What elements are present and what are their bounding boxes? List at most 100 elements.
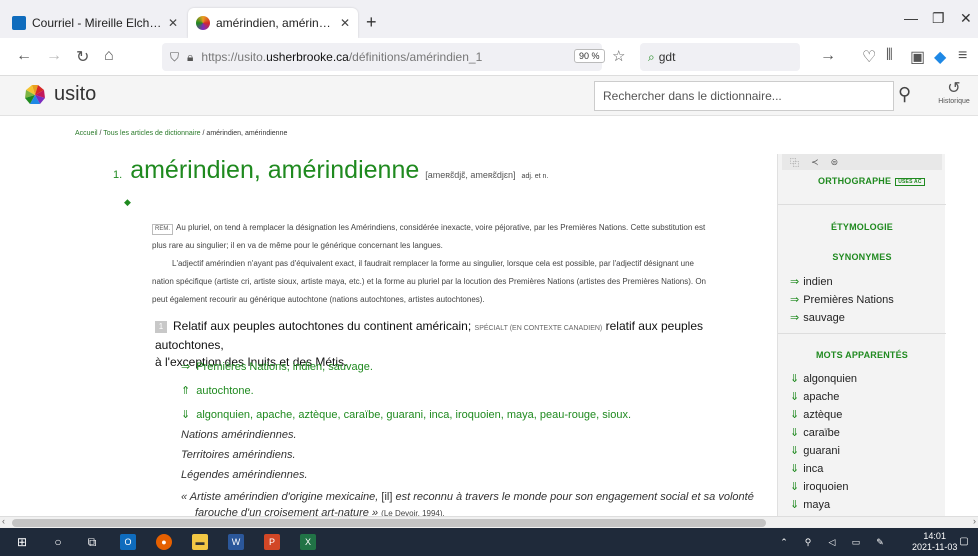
battery-icon[interactable]: ▭ [848,534,864,550]
sidebar-heading-etymologie[interactable]: ÉTYMOLOGIE [778,222,946,232]
options-icon[interactable]: ⊜ [831,157,839,168]
arrow-down-icon: ⇓ [790,499,800,511]
breadcrumb-current: amérindien, amérindienne [206,130,288,137]
windows-start-icon[interactable]: ⊞ [14,534,30,550]
remark-line: L'adjectif amérindien n'ayant pas d'équi… [172,259,694,268]
sidebar-heading-orthographe[interactable]: ORTHOGRAPHE USES AC [818,176,978,186]
tab-usito[interactable]: amérindien, amérindienne | Usit ✕ [188,8,358,38]
scroll-right-icon[interactable]: › [973,516,976,526]
pocket-icon[interactable]: ♡ [862,47,876,67]
browser-search-field[interactable]: ⌕ gdt [640,43,800,71]
reload-icon[interactable]: ↻ [76,47,89,67]
forward-icon[interactable]: → [46,47,62,65]
remark-line: peut également recourir au générique aut… [152,295,485,304]
sidebar-icon[interactable]: ▣ [910,47,925,67]
bookmark-star-icon[interactable]: ☆ [612,47,625,65]
sidebar-heading-mots-apparentes[interactable]: MOTS APPARENTÉS [778,350,946,360]
search-icon[interactable]: ○ [50,534,66,550]
sidebar-synonym[interactable]: ⇒ indien [790,275,833,288]
synonym-label: Premières Nations [803,294,894,306]
home-icon[interactable]: ⌂ [104,47,114,65]
generic-arrow-icon: ⇑ [181,385,191,397]
divider [778,204,946,205]
restore-icon[interactable]: ❐ [932,10,945,27]
chevron-up-icon[interactable]: ⌃ [776,534,792,550]
url-domain: usherbrooke.ca [266,50,349,64]
close-icon[interactable]: ✕ [168,16,178,30]
site-name: usito [54,83,97,105]
horizontal-scrollbar[interactable]: ‹ › [0,516,978,528]
copy-icon[interactable]: ⿻ [790,156,799,169]
sidebar-related[interactable]: ⇓ aztèque [790,408,842,421]
arrow-down-icon: ⇓ [790,373,800,385]
related-label: maya [803,499,831,511]
arrow-down-icon: ⇓ [790,463,800,475]
url-bar[interactable]: ⛉ 🔒︎ https://usito. usherbrooke.ca/défini… [162,43,602,71]
sidebar-related[interactable]: ⇓ apache [790,390,839,403]
powerpoint-icon[interactable]: P [264,534,280,550]
word-icon[interactable]: W [228,534,244,550]
remark-paragraph-2: L'adjectif amérindien n'ayant pas d'équi… [152,255,772,309]
extension-icon[interactable]: ◆ [934,47,946,67]
zoom-level[interactable]: 90 % [574,49,605,63]
related-label: guarani [803,445,840,457]
dictionary-search-input[interactable]: Rechercher dans le dictionnaire... [594,81,894,111]
synonyms-line[interactable]: ⇒ Premières Nations, indien, sauvage. [181,360,373,373]
pen-icon[interactable]: ✎ [872,534,888,550]
arrow-icon: ⇒ [790,312,800,324]
menu-icon[interactable]: ≡ [958,47,967,65]
history-label: Historique [938,98,970,105]
history-icon: ↺ [947,80,961,97]
example: Légendes amérindiennes. [181,469,308,481]
new-tab-button[interactable]: + [366,12,377,33]
sidebar-related[interactable]: ⇓ caraïbe [790,426,840,439]
tab-label: amérindien, amérindienne | Usit [216,16,334,30]
excel-icon[interactable]: X [300,534,316,550]
window-close-icon[interactable]: ✕ [960,10,972,27]
sidebar-related[interactable]: ⇓ iroquoien [790,480,848,493]
breadcrumb-home[interactable]: Accueil [75,130,98,137]
library-icon[interactable]: ⫴ [886,47,893,65]
scroll-thumb[interactable] [12,519,766,527]
sidebar-synonym[interactable]: ⇒ sauvage [790,311,845,324]
site-logo[interactable]: usito [24,83,96,106]
search-engine-icon: ⌕ [648,49,655,64]
sidebar-related[interactable]: ⇓ algonquien [790,372,857,385]
network-icon[interactable]: ⚲ [800,534,816,550]
breadcrumb-all-articles[interactable]: Tous les articles de dictionnaire [103,130,200,137]
clock-date: 2021-11-03 [912,542,958,552]
back-icon[interactable]: ← [16,47,32,65]
example: Territoires amérindiens. [181,449,296,461]
sidebar-synonym[interactable]: ⇒ Premières Nations [790,293,894,306]
search-icon[interactable]: ⚲ [898,84,911,105]
browser-tab-strip: Courriel - Mireille Elchacar - Ou ✕ amér… [0,0,978,38]
tab-label: Courriel - Mireille Elchacar - Ou [32,16,162,30]
sidebar-related[interactable]: ⇓ maya [790,498,830,511]
arrow-down-icon: ⇓ [790,445,800,457]
close-icon[interactable]: ✕ [340,16,350,30]
volume-icon[interactable]: ◁ [824,534,840,550]
sidebar-related[interactable]: ⇓ guarani [790,444,840,457]
sense-number: 1 [155,320,167,333]
history-button[interactable]: ↺ Historique [934,80,974,105]
clock[interactable]: 14:01 2021-11-03 [912,531,957,553]
url-path: /définitions/amérindien_1 [348,50,483,64]
scroll-left-icon[interactable]: ‹ [2,516,5,526]
generic-line[interactable]: ⇑ autochtone. [181,384,254,397]
remark-line: Au pluriel, on tend à remplacer la désig… [176,223,706,232]
go-arrow-icon[interactable]: → [820,47,836,65]
notifications-icon[interactable]: ▢ [956,534,972,550]
share-icon[interactable]: ≺ [811,157,819,168]
file-explorer-icon[interactable]: ▬ [192,534,208,550]
minimize-icon[interactable]: — [904,10,918,26]
firefox-icon[interactable]: ● [156,534,172,550]
specific-line[interactable]: ⇓ algonquien, apache, aztèque, caraïbe, g… [181,408,631,421]
task-view-icon[interactable]: ⧉ [84,534,100,550]
sidebar-heading-synonymes[interactable]: SYNONYMES [778,252,946,262]
sidebar-related[interactable]: ⇓ inca [790,462,823,475]
tab-courriel[interactable]: Courriel - Mireille Elchacar - Ou ✕ [4,8,186,38]
arrow-icon: ⇒ [790,276,800,288]
outlook-icon[interactable]: O [120,534,136,550]
related-label: aztèque [803,409,843,421]
heading-text: ORTHOGRAPHE [818,176,892,186]
